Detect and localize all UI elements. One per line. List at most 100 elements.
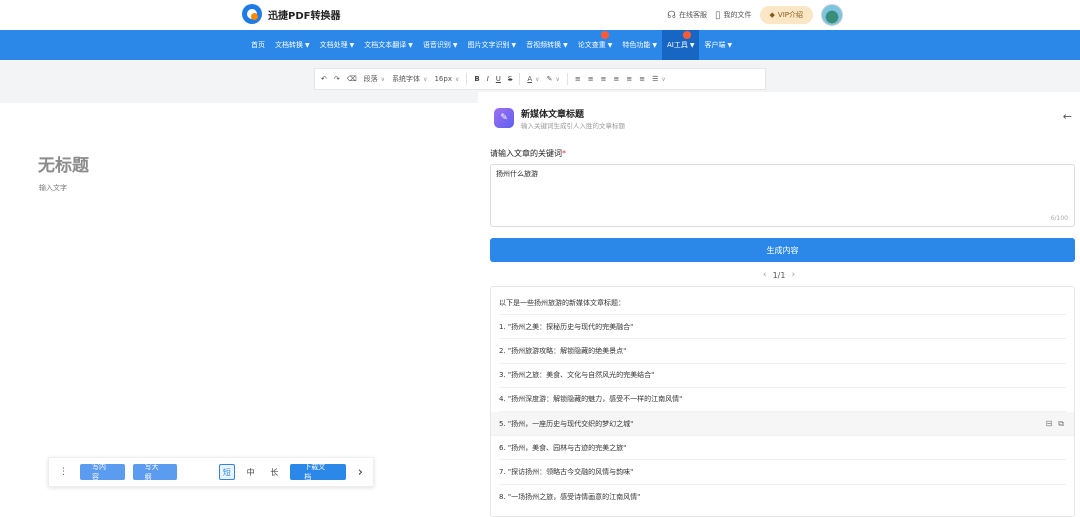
font-color-select[interactable]: A ∨ <box>527 75 539 83</box>
align-left-icon[interactable]: ≡ <box>575 75 581 83</box>
result-text: 5. "扬州，一座历史与现代交织的梦幻之城" <box>499 419 634 428</box>
nav-item[interactable]: AI工具 ▼ <box>662 30 700 60</box>
pen-icon: ✎ <box>494 108 514 128</box>
required-mark: * <box>562 149 566 158</box>
underline-button[interactable]: U <box>496 75 501 83</box>
result-line[interactable]: 4. "扬州深度游：解锁隐藏的魅力，感受不一样的江南风情" <box>499 388 1066 412</box>
result-line[interactable]: 5. "扬州，一座历史与现代交织的梦幻之城" ⊟ ⧉ <box>491 411 1074 437</box>
undo-icon[interactable]: ↶ <box>321 75 327 83</box>
caret-down-icon: ▼ <box>305 41 310 49</box>
align-justify-icon[interactable]: ≡ <box>613 75 619 83</box>
chevron-left-icon[interactable]: ‹ <box>763 270 767 280</box>
outdent-icon[interactable]: ≡ <box>639 75 645 83</box>
ai-float-bar: ⋮ 写内容 写大纲 短 中 长 下载文档 › <box>48 457 374 487</box>
caret-down-icon: ▼ <box>607 41 613 49</box>
nav-item-label: 文档文本翻译 <box>364 41 407 49</box>
document-editor[interactable]: 无标题 输入文字 ⋮ 写内容 写大纲 短 中 长 下载文档 › <box>0 103 478 517</box>
caret-down-icon: ▼ <box>652 41 657 49</box>
app-logo[interactable]: 迅捷PDF转换器 <box>242 4 340 24</box>
format-toolbar: ↶ ↷ ⌫ 段落 ∨ 系统字体 ∨ 16px ∨ B I U S A ∨ ✎ ∨ ≡ ≡ … <box>314 68 766 90</box>
nav-item[interactable]: 客户端 ▼ <box>699 30 737 60</box>
font-label: 系统字体 <box>392 75 421 83</box>
keyword-label: 请输入文章的关键词* <box>490 148 566 159</box>
write-outline-button[interactable]: 写大纲 <box>132 463 178 481</box>
result-text: 6. "扬州，美食、园林与古迹的完美之旅" <box>499 443 627 452</box>
result-text: 3. "扬州之旅：美食、文化与自然风光的完美结合" <box>499 371 655 380</box>
vip-label: VIP介绍 <box>777 11 803 19</box>
back-arrow-icon[interactable]: ← <box>1063 110 1072 123</box>
length-medium-button[interactable]: 中 <box>243 464 259 480</box>
online-service-label: 在线客服 <box>679 11 708 19</box>
nav-item[interactable]: 文档处理 ▼ <box>315 30 360 60</box>
size-select[interactable]: 16px ∨ <box>434 75 459 83</box>
hot-badge <box>601 31 610 39</box>
result-line[interactable]: 6. "扬州，美食、园林与古迹的完美之旅" <box>499 436 1066 461</box>
length-long-button[interactable]: 长 <box>266 464 282 480</box>
result-line[interactable]: 1. "扬州之美：探秘历史与现代的完美融合" <box>499 315 1066 340</box>
result-text: 7. "探访扬州：领略古今交融的风情与韵味" <box>499 467 634 476</box>
nav-item[interactable]: 音视频转换 ▼ <box>521 30 573 60</box>
doc-body-input[interactable]: 输入文字 <box>39 183 67 193</box>
size-label: 16px <box>434 75 452 83</box>
chevron-down-icon: ∨ <box>535 75 540 83</box>
page-indicator: 1/1 <box>772 270 786 280</box>
indent-icon[interactable]: ≡ <box>626 75 632 83</box>
online-service-link[interactable]: ☊ 在线客服 <box>667 10 707 21</box>
redo-icon[interactable]: ↷ <box>334 75 340 83</box>
headset-icon: ☊ <box>667 9 677 21</box>
nav-item[interactable]: 图片文字识别 ▼ <box>463 30 522 60</box>
align-center-icon[interactable]: ≡ <box>588 75 594 83</box>
nav-item[interactable]: 论文查重 ▼ <box>573 30 618 60</box>
length-short-button[interactable]: 短 <box>218 464 235 480</box>
insert-icon[interactable]: ⊟ <box>1046 419 1053 429</box>
my-files-label: 我的文件 <box>723 11 752 19</box>
font-select[interactable]: 系统字体 ∨ <box>392 74 427 84</box>
toolbar-divider <box>466 73 468 85</box>
nav-item[interactable]: 首页 <box>246 30 270 60</box>
drag-handle-icon[interactable]: ⋮ <box>59 467 68 477</box>
result-text: 2. "扬州旅游攻略：解锁隐藏的绝美景点" <box>499 346 627 355</box>
clear-format-icon[interactable]: ⌫ <box>347 75 357 83</box>
list-select[interactable]: ☰ ∨ <box>652 75 666 83</box>
main-nav: 首页 文档转换 ▼ 文档处理 ▼ 文档文本翻译 ▼ 语音识别 ▼ 图片文字识别 ▼ 音视频转换 ▼ 论文查… <box>0 30 1080 60</box>
result-line[interactable]: 以下是一些扬州旅游的新媒体文章标题： <box>499 291 1066 316</box>
caret-down-icon: ▼ <box>452 41 458 49</box>
nav-item[interactable]: 文档转换 ▼ <box>270 30 315 60</box>
bold-button[interactable]: B <box>474 75 479 83</box>
chevron-right-icon[interactable]: › <box>358 465 363 480</box>
strikethrough-button[interactable]: S <box>508 75 512 83</box>
top-header: 迅捷PDF转换器 ☊ 在线客服 ▯ 我的文件 ◆ VIP介绍 <box>0 0 1080 30</box>
align-right-icon[interactable]: ≡ <box>601 75 607 83</box>
nav-item[interactable]: 文档文本翻译 ▼ <box>359 30 418 60</box>
my-files-link[interactable]: ▯ 我的文件 <box>715 10 752 21</box>
result-line[interactable]: 8. "一场扬州之旅，感受诗情画意的江南风情" <box>499 485 1066 509</box>
caret-down-icon: ▼ <box>408 41 413 49</box>
highlight-select[interactable]: ✎ ∨ <box>547 75 560 83</box>
ai-tool-panel: ✎ 新媒体文章标题 输入关键词生成引人入胜的文章标题 ← 请输入文章的关键词* … <box>478 92 1080 517</box>
header-actions: ☊ 在线客服 ▯ 我的文件 ◆ VIP介绍 <box>667 4 843 26</box>
avatar[interactable] <box>821 4 843 26</box>
doc-title-input[interactable]: 无标题 <box>38 151 89 176</box>
write-content-button[interactable]: 写内容 <box>80 463 125 481</box>
char-count: 6/100 <box>1050 215 1068 222</box>
download-document-button[interactable]: 下载文档 <box>290 463 346 481</box>
list-icon: ☰ <box>652 75 659 83</box>
nav-item[interactable]: 特色功能 ▼ <box>617 30 662 60</box>
result-line[interactable]: 3. "扬州之旅：美食、文化与自然风光的完美结合" <box>499 364 1066 388</box>
italic-button[interactable]: I <box>487 75 489 83</box>
nav-item[interactable]: 语音识别 ▼ <box>418 30 463 60</box>
nav-item-label: AI工具 <box>667 41 688 49</box>
paragraph-select[interactable]: 段落 ∨ <box>364 74 385 84</box>
caret-down-icon: ▼ <box>727 41 733 49</box>
nav-item-label: 客户端 <box>704 41 726 49</box>
chevron-right-icon[interactable]: › <box>791 270 795 280</box>
copy-icon[interactable]: ⧉ <box>1058 419 1064 429</box>
generate-button[interactable]: 生成内容 <box>490 238 1075 262</box>
chevron-down-icon: ∨ <box>380 75 386 83</box>
chevron-down-icon: ∨ <box>555 75 560 83</box>
result-line[interactable]: 7. "探访扬州：领略古今交融的风情与韵味" <box>499 460 1066 485</box>
line-tools: ⊟ ⧉ <box>1046 419 1064 429</box>
result-line[interactable]: 2. "扬州旅游攻略：解锁隐藏的绝美景点" <box>499 339 1066 364</box>
keyword-input[interactable]: 扬州什么旅游 6/100 <box>490 164 1075 227</box>
vip-button[interactable]: ◆ VIP介绍 <box>759 6 813 24</box>
